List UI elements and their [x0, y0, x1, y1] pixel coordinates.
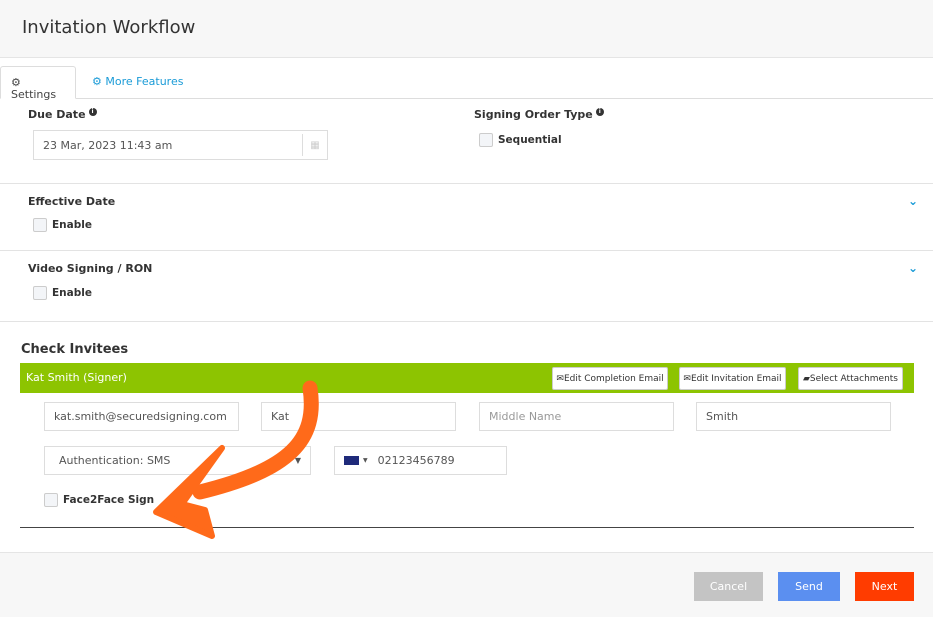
annotation-arrow	[153, 380, 319, 539]
next-button[interactable]: Next	[855, 572, 914, 601]
arrow-shaft	[192, 380, 319, 500]
send-button[interactable]: Send	[778, 572, 840, 601]
cancel-button[interactable]: Cancel	[694, 572, 763, 601]
